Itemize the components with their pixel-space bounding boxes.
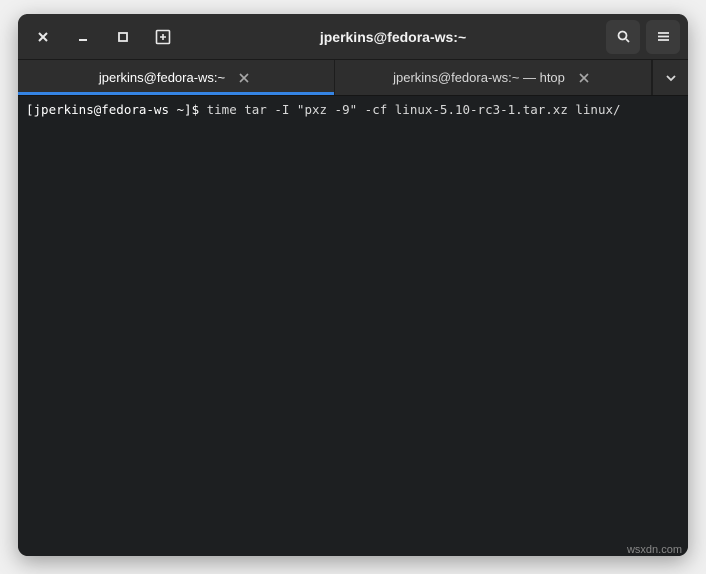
hamburger-icon [656, 29, 671, 44]
window-title: jperkins@fedora-ws:~ [186, 29, 600, 45]
terminal-viewport[interactable]: [jperkins@fedora-ws ~]$ time tar -I "pxz… [18, 96, 688, 556]
tab-label: jperkins@fedora-ws:~ — htop [393, 70, 565, 85]
chevron-down-icon [665, 72, 677, 84]
new-tab-button[interactable] [146, 20, 180, 54]
close-icon [579, 73, 589, 83]
tab-close-button[interactable] [235, 69, 253, 87]
new-tab-icon [155, 29, 171, 45]
close-icon [239, 73, 249, 83]
menu-button[interactable] [646, 20, 680, 54]
shell-prompt: [jperkins@fedora-ws ~]$ [26, 102, 199, 117]
tab-1[interactable]: jperkins@fedora-ws:~ [18, 60, 335, 95]
minimize-icon [77, 31, 89, 43]
close-window-button[interactable] [26, 20, 60, 54]
tab-2[interactable]: jperkins@fedora-ws:~ — htop [335, 60, 652, 95]
minimize-window-button[interactable] [66, 20, 100, 54]
tab-label: jperkins@fedora-ws:~ [99, 70, 225, 85]
tab-close-button[interactable] [575, 69, 593, 87]
maximize-icon [117, 31, 129, 43]
maximize-window-button[interactable] [106, 20, 140, 54]
search-icon [616, 29, 631, 44]
titlebar: jperkins@fedora-ws:~ [18, 14, 688, 60]
shell-command: time tar -I "pxz -9" -cf linux-5.10-rc3-… [207, 102, 621, 117]
tab-overflow-button[interactable] [652, 60, 688, 95]
tab-bar: jperkins@fedora-ws:~ jperkins@fedora-ws:… [18, 60, 688, 96]
close-icon [37, 31, 49, 43]
terminal-window: jperkins@fedora-ws:~ jperkins@fedora-ws:… [18, 14, 688, 556]
search-button[interactable] [606, 20, 640, 54]
watermark: wsxdn.com [627, 544, 682, 556]
